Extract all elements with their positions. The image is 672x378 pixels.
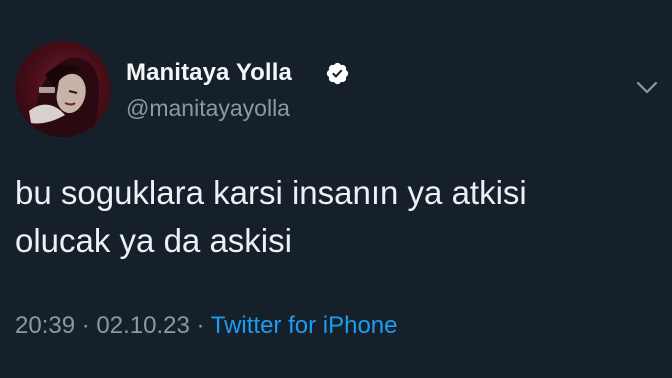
- tweet-text-line: olucak ya da askisi: [15, 222, 292, 259]
- tweet-card: Manitaya Yolla @manitayayolla bu sogukla…: [0, 0, 672, 378]
- meta-separator: ·: [81, 312, 90, 339]
- tweet-text: bu soguklara karsi insanın ya atkisi olu…: [15, 169, 635, 265]
- verified-badge-icon: [326, 62, 349, 85]
- author-handle[interactable]: @manitayayolla: [126, 94, 290, 122]
- tweet-source-link[interactable]: Twitter for iPhone: [211, 312, 398, 339]
- profile-photo-icon: [29, 57, 100, 137]
- author-display-name[interactable]: Manitaya Yolla: [126, 58, 292, 88]
- meta-separator: ·: [196, 312, 205, 339]
- tweet-meta: 20:39 · 02.10.23 · Twitter for iPhone: [15, 310, 397, 342]
- tweet-text-line: bu soguklara karsi insanın ya atkisi: [15, 174, 527, 211]
- chevron-down-icon[interactable]: [636, 80, 658, 96]
- tweet-date[interactable]: 02.10.23: [96, 312, 189, 339]
- avatar[interactable]: [15, 41, 111, 137]
- tweet-time[interactable]: 20:39: [15, 312, 75, 339]
